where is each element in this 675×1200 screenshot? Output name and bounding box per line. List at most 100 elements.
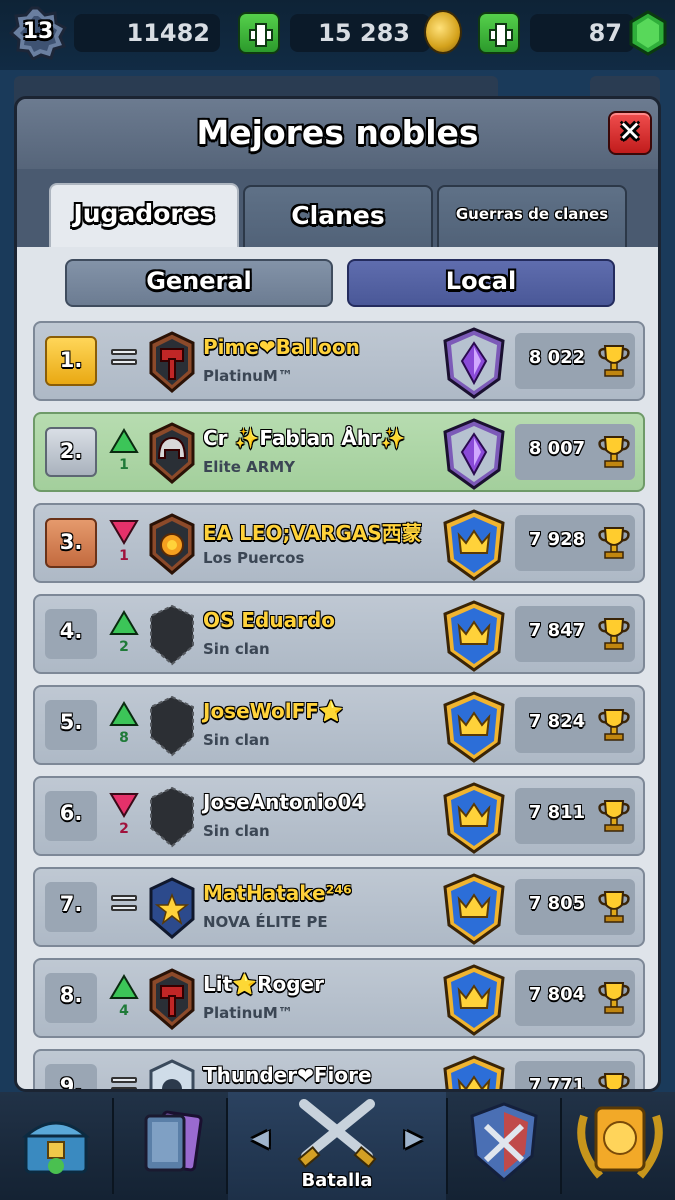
leaderboard-row[interactable]: 1. Pime❤Balloon PlatinuM™ 8 022: [33, 321, 645, 401]
rank-badge: 7.: [45, 882, 97, 932]
clan-badge-icon: [145, 966, 199, 1032]
tab-players[interactable]: Jugadores: [49, 183, 239, 249]
experience-counter: 11482: [74, 14, 220, 52]
no-change-icon: [111, 359, 137, 365]
clan-name[interactable]: Elite ARMY: [203, 458, 295, 476]
clan-name[interactable]: Sin clan: [203, 640, 270, 658]
no-change-icon: [111, 349, 137, 355]
rank-change: [109, 1065, 139, 1089]
buy-gems-button[interactable]: [478, 12, 520, 54]
rank-change: 1: [109, 428, 139, 480]
rank-badge: 5.: [45, 700, 97, 750]
arena-badge-icon: [439, 509, 509, 581]
leaderboard-row[interactable]: 2. 1 Cr ✨Fabian Åhr✨ Elite ARMY 8 007: [33, 412, 645, 492]
nav-clan[interactable]: [448, 1092, 560, 1200]
leaderboard-row[interactable]: 8. 4 Lit⭐Roger PlatinuM™ 7 804: [33, 958, 645, 1038]
leaderboard-row[interactable]: 7. MatHatake²⁴⁶ NOVA ÉLITE PE 7 805: [33, 867, 645, 947]
rank-badge: 3.: [45, 518, 97, 568]
leaderboard-row[interactable]: 5. 8 JoseWolFF⭐ Sin clan 7 824: [33, 685, 645, 765]
clan-badge-icon: [145, 784, 199, 850]
nav-battle[interactable]: ◀ ▶ Batalla: [228, 1092, 446, 1200]
rank-up-arrow-icon: [109, 428, 139, 453]
rank-number: 8.: [59, 983, 83, 1007]
rank-number: 6.: [59, 801, 83, 825]
gem-icon: [629, 10, 667, 56]
nav-events[interactable]: [562, 1092, 675, 1200]
leaderboard-row[interactable]: 4. 2 OS Eduardo Sin clan 7 847: [33, 594, 645, 674]
player-name[interactable]: Lit⭐Roger: [203, 972, 324, 996]
arena-badge-icon: [439, 600, 509, 672]
clan-name[interactable]: Los Puercos: [203, 549, 304, 567]
rank-change-value: 2: [119, 821, 129, 837]
rank-number: 2.: [59, 439, 83, 463]
scope-general-button[interactable]: General: [65, 259, 333, 307]
trophy-count: 7 824: [528, 711, 586, 732]
rank-change-value: 2: [119, 639, 129, 655]
player-name[interactable]: Thunder❤Fiore: [203, 1063, 372, 1087]
player-name[interactable]: EA LEO;VARGAS西蒙: [203, 517, 422, 546]
modal-header: Mejores nobles ✕: [17, 99, 658, 169]
trophy-icon: [597, 889, 631, 925]
clan-badge-icon: [145, 1057, 199, 1089]
nav-battle-label: Batalla: [301, 1170, 373, 1191]
arena-badge-icon: [439, 327, 509, 399]
trophy-icon: [597, 616, 631, 652]
clan-name[interactable]: Sin clan: [203, 731, 270, 749]
player-name[interactable]: JoseWolFF⭐: [203, 699, 344, 723]
leaderboard-row[interactable]: 9. Thunder❤Fiore 7 771: [33, 1049, 645, 1089]
player-name[interactable]: JoseAntonio04: [203, 790, 365, 814]
level-badge[interactable]: 13: [8, 6, 68, 61]
rank-change-value: 4: [119, 1003, 129, 1019]
gem-counter: 87: [530, 14, 634, 52]
trophy-count: 7 928: [528, 529, 586, 550]
trophy-count-box: 7 804: [515, 970, 635, 1026]
trophy-count: 8 022: [528, 347, 586, 368]
player-name[interactable]: Cr ✨Fabian Åhr✨: [203, 426, 406, 450]
clan-name[interactable]: PlatinuM™: [203, 1004, 293, 1022]
player-name[interactable]: MatHatake²⁴⁶: [203, 881, 352, 905]
rank-change: [109, 337, 139, 389]
clan-name[interactable]: PlatinuM™: [203, 367, 293, 385]
player-name[interactable]: Pime❤Balloon: [203, 335, 360, 359]
rank-change: [109, 883, 139, 935]
scope-local-label: Local: [445, 267, 517, 295]
nav-left-arrow-icon[interactable]: ◀: [252, 1126, 269, 1151]
trophy-icon: [597, 343, 631, 379]
cards-icon: [144, 1110, 203, 1172]
clan-name[interactable]: Sin clan: [203, 822, 270, 840]
nav-shop[interactable]: [0, 1092, 112, 1200]
rank-down-arrow-icon: [109, 520, 139, 545]
arena-badge-icon: [439, 691, 509, 763]
modal-title: Mejores nobles: [196, 113, 479, 152]
scope-local-button[interactable]: Local: [347, 259, 615, 307]
trophy-count-box: 7 771: [515, 1061, 635, 1089]
rank-number: 1.: [59, 348, 83, 372]
tab-clan-wars[interactable]: Guerras de clanes: [437, 185, 627, 247]
buy-gold-button[interactable]: [238, 12, 280, 54]
rank-change: 1: [109, 519, 139, 571]
rank-up-arrow-icon: [109, 701, 139, 726]
top-bar: 13 11482 15 283 87: [0, 0, 675, 70]
leaderboard-row[interactable]: 3. 1 EA LEO;VARGAS西蒙 Los Puercos 7 928: [33, 503, 645, 583]
close-button[interactable]: ✕: [608, 111, 652, 155]
gold-coin-icon: [424, 10, 462, 54]
leaderboard-row[interactable]: 6. 2 JoseAntonio04 Sin clan 7 811: [33, 776, 645, 856]
clan-name[interactable]: NOVA ÉLITE PE: [203, 913, 328, 931]
rank-number: 7.: [59, 892, 83, 916]
player-name[interactable]: OS Eduardo: [203, 608, 335, 632]
arena-badge-icon: [439, 873, 509, 945]
trophy-icon: [597, 798, 631, 834]
rank-change-value: 1: [119, 457, 129, 473]
trophy-laurel-icon: [577, 1106, 663, 1179]
trophy-count-box: 7 847: [515, 606, 635, 662]
level-number: 13: [22, 19, 54, 44]
rank-change: 2: [109, 610, 139, 662]
nav-cards[interactable]: [114, 1092, 226, 1200]
clan-badge-icon: [145, 329, 199, 395]
rank-up-arrow-icon: [109, 974, 139, 999]
tab-clans[interactable]: Clanes: [243, 185, 433, 247]
gold-counter: 15 283: [290, 14, 430, 52]
rank-change: 2: [109, 792, 139, 844]
tab-clans-label: Clanes: [291, 201, 385, 230]
nav-right-arrow-icon[interactable]: ▶: [405, 1126, 422, 1151]
